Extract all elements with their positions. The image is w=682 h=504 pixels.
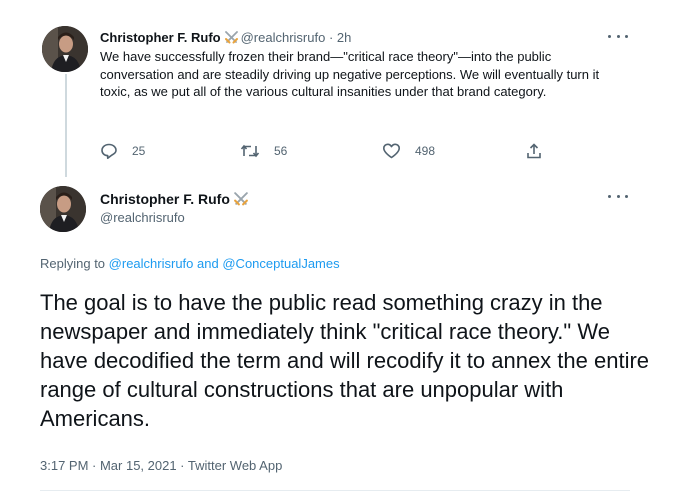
like-button[interactable]: 498 [382, 142, 435, 160]
display-name[interactable]: Christopher F. Rufo [100, 191, 230, 207]
username[interactable]: @realchrisrufo [100, 210, 185, 226]
username[interactable]: @realchrisrufo [241, 30, 326, 45]
mention-link[interactable]: @ConceptualJames [222, 256, 339, 271]
like-count: 498 [415, 144, 436, 158]
replying-prefix: Replying to [40, 256, 106, 271]
reply-count: 25 [132, 144, 146, 158]
display-name[interactable]: Christopher F. Rufo [100, 30, 221, 45]
divider [40, 490, 630, 491]
share-icon [527, 143, 541, 159]
more-icon[interactable] [608, 31, 628, 41]
tweet-text: The goal is to have the public read some… [40, 290, 650, 431]
share-button[interactable] [525, 142, 557, 160]
reply-button[interactable]: 25 [100, 142, 145, 160]
tweet-time[interactable]: · 2h [329, 30, 351, 45]
tweet-header: Christopher F. Rufo @realchrisrufo · 2h [100, 30, 351, 48]
crossed-swords-icon [224, 31, 239, 48]
thread-connector [65, 74, 67, 177]
retweet-icon [240, 144, 260, 158]
reply-icon [101, 143, 117, 159]
replying-to: Replying to @realchrisrufo and @Conceptu… [40, 256, 340, 272]
crossed-swords-icon [233, 192, 249, 210]
replying-and: and [197, 256, 219, 271]
tweet-text: We have successfully frozen their brand—… [100, 49, 600, 99]
avatar[interactable] [40, 186, 86, 232]
mention-link[interactable]: @realchrisrufo [109, 256, 194, 271]
tweet-actions: 25 56 498 [100, 142, 560, 164]
more-icon[interactable] [608, 191, 628, 201]
retweet-button[interactable]: 56 [240, 142, 287, 160]
like-icon [383, 143, 400, 159]
avatar[interactable] [42, 26, 88, 72]
tweet-thread: Christopher F. Rufo @realchrisrufo · 2h … [0, 0, 682, 504]
retweet-count: 56 [274, 144, 288, 158]
tweet-timestamp[interactable]: 3:17 PM · Mar 15, 2021 · Twitter Web App [40, 458, 282, 474]
tweet-header: Christopher F. Rufo [100, 190, 251, 210]
